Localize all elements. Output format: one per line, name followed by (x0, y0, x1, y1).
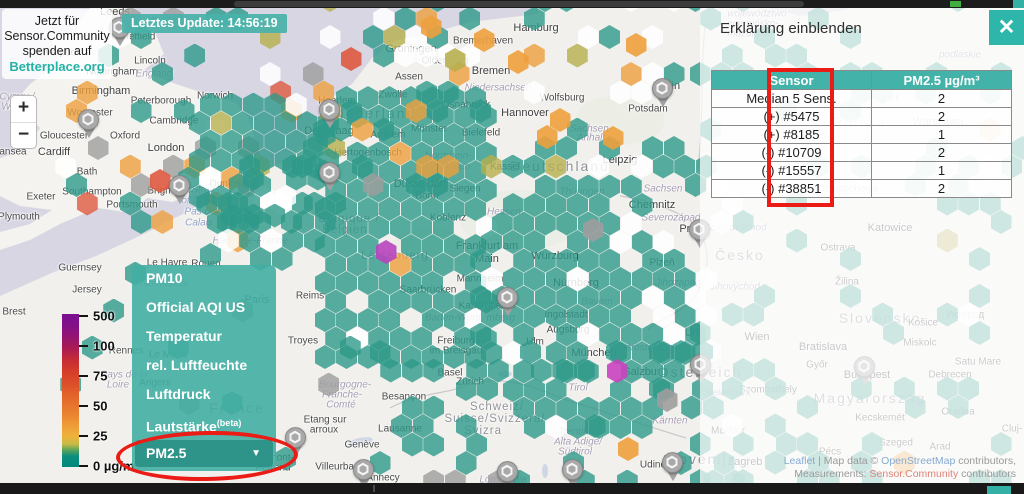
layer-menu-item-rel-luftfeuchte[interactable]: rel. Luftfeuchte (146, 355, 247, 375)
sensor-cluster-marker[interactable] (169, 175, 191, 207)
sensor-value-cell: 1 (872, 162, 1012, 180)
zoom-in-button[interactable]: + (11, 96, 36, 122)
sensor-value-cell: 2 (872, 180, 1012, 198)
annotation-rectangle-sensor-column (767, 68, 834, 207)
table-row: (+) #81851 (712, 126, 1012, 144)
map-attribution: Leaflet | Map data © OpenStreetMap contr… (784, 455, 1016, 481)
last-update-badge: Letztes Update: 14:56:19 (122, 14, 287, 33)
beta-suffix: (beta) (217, 418, 242, 428)
betterplace-link[interactable]: Betterplace.org (4, 59, 110, 74)
browser-chrome-bottom (0, 483, 1024, 494)
layer-menu-item-pm10[interactable]: PM10 (146, 268, 183, 288)
map-label: Jersey (72, 285, 101, 296)
table-row: (-) #155571 (712, 162, 1012, 180)
legend-tick-label: 500 (93, 309, 115, 324)
map-label: Comté (326, 400, 355, 411)
map-label: Genève (344, 440, 379, 451)
legend-tick-label: 100 (93, 339, 115, 354)
sensor-value-cell: 1 (872, 126, 1012, 144)
osm-link[interactable]: OpenStreetMap (881, 455, 955, 467)
map-label: Tirol (568, 383, 587, 394)
table-row: (-) #107092 (712, 144, 1012, 162)
sensor-cluster-marker[interactable] (319, 99, 341, 131)
sensor-cluster-marker[interactable] (319, 162, 341, 194)
legend-tick (79, 315, 88, 317)
legend-tick (79, 465, 88, 467)
map-label: Wolfsburg (540, 93, 585, 104)
table-row: (-) #388512 (712, 180, 1012, 198)
table-row: Median 5 Sens.2 (712, 90, 1012, 108)
zoom-out-button[interactable]: − (11, 122, 36, 148)
sensor-cluster-marker[interactable] (78, 109, 100, 141)
close-icon[interactable]: ✕ (989, 10, 1024, 45)
map-label: London (148, 142, 185, 154)
table-row: (+) #54752 (712, 108, 1012, 126)
layer-menu-item-lautstaerke[interactable]: Lautstärke(beta) (146, 413, 241, 433)
map-label: Guernsey (58, 263, 101, 274)
sensor-table: Sensor PM2.5 µg/m³ Median 5 Sens.2(+) #5… (711, 70, 1012, 198)
legend-gradient (62, 314, 79, 467)
sensor-cluster-marker[interactable] (652, 78, 674, 110)
legend-tick (79, 435, 88, 437)
map-label: Troyes (288, 336, 318, 347)
map-label: arroux (310, 425, 338, 436)
sensor-value-cell: 2 (872, 90, 1012, 108)
sensor-value-cell: 2 (872, 108, 1012, 126)
legend-tick (79, 375, 88, 377)
sensor-value-cell: 2 (872, 144, 1012, 162)
lake-como (542, 464, 548, 478)
sensor-cluster-marker[interactable] (497, 287, 519, 319)
map-label: Bremen (472, 65, 511, 77)
map-label: Reims (296, 291, 324, 302)
map-label: Sachsen (644, 184, 683, 195)
map-label: Brest (2, 307, 25, 318)
legend-tick-label: 25 (93, 429, 107, 444)
layer-menu-item-luftdruck[interactable]: Luftdruck (146, 384, 211, 404)
value-column-header: PM2.5 µg/m³ (872, 71, 1012, 90)
air-quality-map-app: LeedsHullSheffieldLiverpoolLincolnNottin… (0, 0, 1024, 494)
legend-tick (79, 345, 88, 347)
sensor-community-link[interactable]: Sensor.Community (870, 468, 959, 480)
explanation-toggle[interactable]: Erklärung einblenden (720, 20, 862, 37)
legend-tick-label: 50 (93, 399, 107, 414)
map-label: Exeter (27, 192, 56, 203)
sensor-cluster-marker[interactable] (662, 452, 684, 484)
legend-tick (79, 405, 88, 407)
layer-menu-item-official-aqi-us[interactable]: Official AQI US (146, 297, 245, 317)
map-label: Assen (395, 72, 423, 83)
zoom-controls: + − (10, 95, 37, 149)
layer-menu-item-temperatur[interactable]: Temperatur (146, 326, 222, 346)
donation-line: spenden auf (4, 44, 110, 59)
donation-box: Jetzt für Sensor.Community spenden auf B… (2, 9, 112, 79)
donation-line: Jetzt für (4, 14, 110, 29)
leaflet-link[interactable]: Leaflet (784, 455, 816, 467)
map-label: Hannover (501, 107, 549, 119)
map-label: Plymouth (0, 212, 40, 223)
donation-line: Sensor.Community (4, 29, 110, 44)
legend-tick-label: 75 (93, 369, 107, 384)
browser-chrome-top (0, 0, 1024, 8)
map-label: Oxford (110, 131, 140, 142)
